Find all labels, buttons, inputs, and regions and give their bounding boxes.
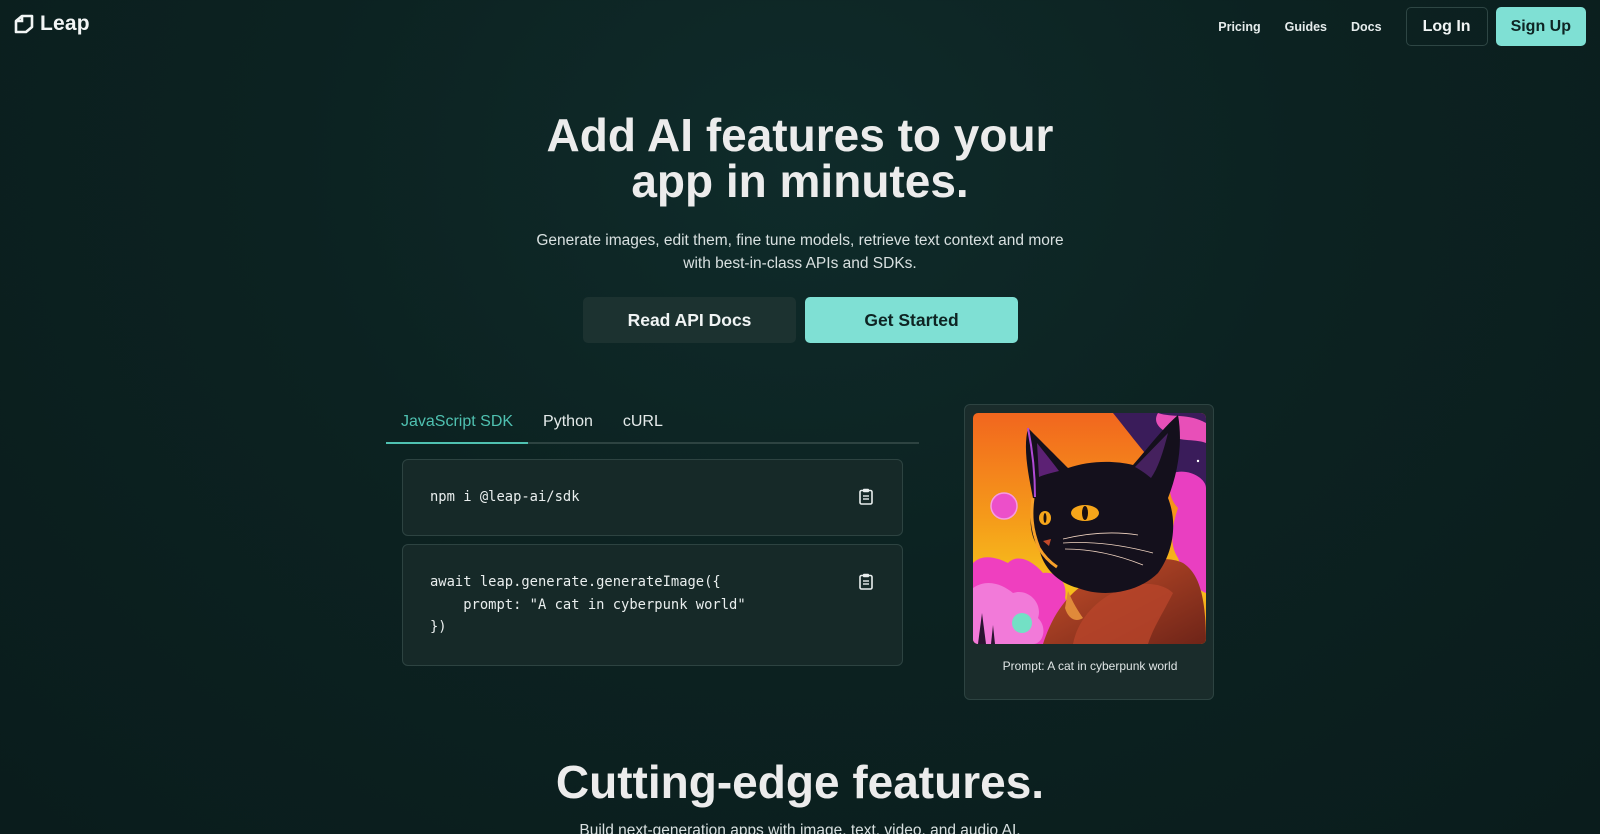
cyberpunk-cat-illustration xyxy=(973,413,1206,644)
tab-javascript-sdk[interactable]: JavaScript SDK xyxy=(386,403,529,444)
features-title: Cutting-edge features. xyxy=(555,756,1045,808)
usage-snippet: await leap.generate.generateImage({ prom… xyxy=(430,574,746,635)
hero-title: Add AI features to your app in minutes. xyxy=(0,112,1600,204)
hero-title-line1: Add AI features to your xyxy=(546,109,1054,161)
hero-subtitle: Generate images, edit them, fine tune mo… xyxy=(510,229,1090,275)
nav-actions: Pricing Guides Docs Log In Sign Up xyxy=(1218,7,1586,46)
clipboard-copy-icon[interactable] xyxy=(859,488,873,505)
get-started-button[interactable]: Get Started xyxy=(805,297,1018,343)
code-language-tabs: JavaScript SDK Python cURL xyxy=(386,403,919,444)
top-nav: Leap Pricing Guides Docs Log In Sign Up xyxy=(0,0,1600,52)
install-command: npm i @leap-ai/sdk xyxy=(430,489,580,505)
brand-name: Leap xyxy=(40,12,90,35)
example-image-card: Prompt: A cat in cyberpunk world xyxy=(964,404,1214,700)
read-api-docs-button[interactable]: Read API Docs xyxy=(583,297,796,343)
clipboard-copy-icon[interactable] xyxy=(859,573,873,590)
hero-subtitle-line2: with best-in-class APIs and SDKs. xyxy=(683,255,917,272)
login-button[interactable]: Log In xyxy=(1405,7,1488,46)
tab-curl[interactable]: cURL xyxy=(608,403,678,444)
nav-link-docs[interactable]: Docs xyxy=(1351,20,1382,34)
hero-subtitle-line1: Generate images, edit them, fine tune mo… xyxy=(536,232,1064,249)
tab-python[interactable]: Python xyxy=(528,403,608,444)
nav-link-pricing[interactable]: Pricing xyxy=(1218,20,1260,34)
hero-title-line2: app in minutes. xyxy=(631,155,969,207)
usage-code-block: await leap.generate.generateImage({ prom… xyxy=(402,544,903,666)
install-code-block: npm i @leap-ai/sdk xyxy=(402,459,903,536)
nav-link-guides[interactable]: Guides xyxy=(1285,20,1327,34)
features-subtitle: Build next-generation apps with image, t… xyxy=(579,822,1021,834)
brand-logo[interactable]: Leap xyxy=(14,12,90,36)
image-prompt-caption: Prompt: A cat in cyberpunk world xyxy=(1002,659,1178,673)
signup-button[interactable]: Sign Up xyxy=(1495,7,1586,46)
leap-logo-icon xyxy=(14,14,34,34)
generated-cat-image xyxy=(973,413,1206,644)
hero-actions: Read API Docs Get Started xyxy=(583,297,1018,343)
